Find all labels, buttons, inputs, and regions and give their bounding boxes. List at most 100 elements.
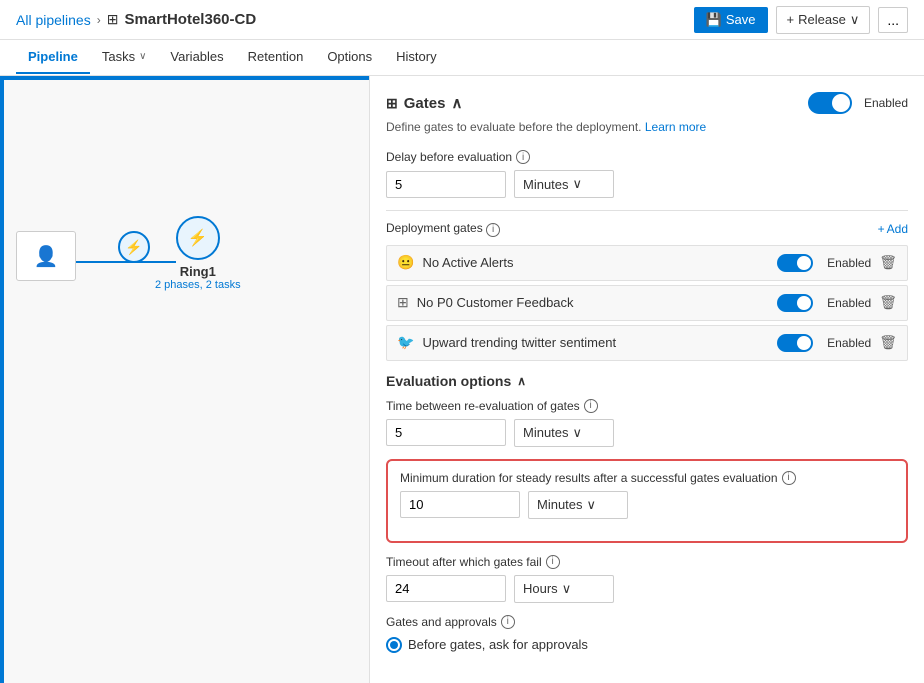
- gates-collapse-icon[interactable]: ∧: [451, 94, 462, 112]
- timeout-label-text: Timeout after which gates fail: [386, 555, 542, 569]
- stage-node[interactable]: ⚡ Ring1 2 phases, 2 tasks: [155, 216, 241, 291]
- header-right: 💾 Save + Release ∨ ...: [694, 6, 908, 34]
- time-between-label-text: Time between re-evaluation of gates: [386, 399, 580, 413]
- release-button[interactable]: + Release ∨: [776, 6, 871, 34]
- deployment-gates-label: Deployment gates: [386, 221, 483, 235]
- main-content: 👤 ⚡ ⚡ Ring1 2 phases, 2 tasks ⊞: [0, 76, 924, 683]
- enabled-label: Enabled: [864, 96, 908, 110]
- artifact-icon: 👤: [34, 244, 59, 269]
- save-label: Save: [726, 12, 756, 27]
- save-button[interactable]: 💾 Save: [694, 7, 768, 33]
- gate-3-toggle[interactable]: [777, 334, 813, 352]
- artifact-box: 👤: [16, 231, 76, 281]
- delay-unit-dropdown-icon: ∨: [573, 176, 583, 192]
- add-label: Add: [887, 222, 908, 236]
- deployment-gates-info-icon[interactable]: i: [486, 223, 500, 237]
- right-panel: ⊞ Gates ∧ Enabled Define gates to evalua…: [370, 76, 924, 683]
- time-between-row: Minutes ∨: [386, 419, 908, 447]
- gate-1-toggle[interactable]: [777, 254, 813, 272]
- time-between-unit-text: Minutes: [523, 425, 569, 440]
- tab-options-label: Options: [327, 49, 372, 64]
- time-between-info-icon[interactable]: i: [584, 399, 598, 413]
- tab-history[interactable]: History: [384, 41, 448, 74]
- tab-variables-label: Variables: [170, 49, 223, 64]
- tab-variables[interactable]: Variables: [158, 41, 235, 74]
- gates-title-text: Gates: [404, 95, 446, 112]
- eval-options-label: Evaluation options: [386, 373, 511, 389]
- save-disk-icon: 💾: [706, 12, 722, 28]
- gate-1-delete-icon[interactable]: 🗑: [879, 254, 897, 271]
- gate-1-name: No Active Alerts: [422, 255, 777, 270]
- tab-pipeline[interactable]: Pipeline: [16, 41, 90, 74]
- delay-row: Minutes ∨: [386, 170, 908, 198]
- canvas-inner: 👤 ⚡ ⚡ Ring1 2 phases, 2 tasks: [0, 76, 369, 683]
- gates-enabled-toggle[interactable]: [808, 92, 852, 114]
- gate-2-name: No P0 Customer Feedback: [417, 295, 777, 310]
- time-between-dropdown-icon: ∨: [573, 425, 583, 441]
- deployment-gates-section: Deployment gates i + Add: [386, 221, 908, 237]
- more-button[interactable]: ...: [878, 7, 908, 33]
- pre-deployment-icon[interactable]: ⚡: [118, 231, 150, 263]
- stage-info: 2 phases, 2 tasks: [155, 279, 241, 291]
- gate-1-icon: 😐: [397, 254, 414, 271]
- delay-unit-select[interactable]: Minutes ∨: [514, 170, 614, 198]
- gates-header: ⊞ Gates ∧ Enabled: [386, 92, 908, 114]
- before-gates-radio[interactable]: [386, 637, 402, 653]
- before-gates-option[interactable]: Before gates, ask for approvals: [386, 637, 908, 653]
- gate-1-actions: Enabled 🗑: [777, 254, 897, 272]
- stage-name: Ring1: [180, 264, 216, 279]
- enabled-toggle-container: Enabled: [808, 92, 908, 114]
- before-gates-label: Before gates, ask for approvals: [408, 637, 588, 652]
- all-pipelines-link[interactable]: All pipelines: [16, 12, 91, 28]
- tab-tasks-label: Tasks: [102, 49, 135, 64]
- min-duration-unit-text: Minutes: [537, 497, 583, 512]
- timeout-unit-select[interactable]: Hours ∨: [514, 575, 614, 603]
- release-dropdown-icon: ∨: [850, 12, 860, 28]
- gates-approvals-label-text: Gates and approvals: [386, 615, 497, 629]
- min-duration-info-icon[interactable]: i: [782, 471, 796, 485]
- delay-value-input[interactable]: [386, 171, 506, 198]
- gate-1-knob: [797, 256, 811, 270]
- delay-label: Delay before evaluation i: [386, 150, 908, 164]
- gate-3-enabled-label: Enabled: [827, 336, 871, 350]
- tab-tasks[interactable]: Tasks ∨: [90, 41, 159, 74]
- gate-3-delete-icon[interactable]: 🗑: [879, 334, 897, 351]
- gate-item-3: 🐦 Upward trending twitter sentiment Enab…: [386, 325, 908, 361]
- tab-history-label: History: [396, 49, 436, 64]
- gate-3-actions: Enabled 🗑: [777, 334, 897, 352]
- gate-2-toggle[interactable]: [777, 294, 813, 312]
- header-left: All pipelines › ⊞ SmartHotel360-CD: [16, 11, 256, 28]
- gate-3-name: Upward trending twitter sentiment: [422, 335, 777, 350]
- timeout-row: Hours ∨: [386, 575, 908, 603]
- gates-title: ⊞ Gates ∧: [386, 94, 462, 112]
- divider-1: [386, 210, 908, 211]
- timeout-input[interactable]: [386, 575, 506, 602]
- tab-retention[interactable]: Retention: [236, 41, 316, 74]
- gates-description: Define gates to evaluate before the depl…: [386, 120, 908, 134]
- min-duration-input[interactable]: [400, 491, 520, 518]
- add-gate-button[interactable]: + Add: [878, 222, 908, 236]
- timeout-info-icon[interactable]: i: [546, 555, 560, 569]
- plus-icon: +: [787, 12, 795, 27]
- time-between-input[interactable]: [386, 419, 506, 446]
- toggle-knob: [832, 94, 850, 112]
- delay-info-icon[interactable]: i: [516, 150, 530, 164]
- learn-more-link[interactable]: Learn more: [645, 120, 706, 134]
- deployment-gates-label-container: Deployment gates i: [386, 221, 500, 237]
- min-duration-select[interactable]: Minutes ∨: [528, 491, 628, 519]
- pipeline-name: SmartHotel360-CD: [124, 11, 256, 28]
- min-duration-dropdown-icon: ∨: [587, 497, 597, 513]
- gates-approvals-label: Gates and approvals i: [386, 615, 908, 629]
- tab-options[interactable]: Options: [315, 41, 384, 74]
- gate-3-icon: 🐦: [397, 334, 414, 351]
- time-between-select[interactable]: Minutes ∨: [514, 419, 614, 447]
- gate-2-delete-icon[interactable]: 🗑: [879, 294, 897, 311]
- gates-approvals-info-icon[interactable]: i: [501, 615, 515, 629]
- gate-2-knob: [797, 296, 811, 310]
- eval-options-header[interactable]: Evaluation options ∧: [386, 373, 908, 389]
- before-gates-radio-dot: [390, 641, 398, 649]
- gates-desc-text: Define gates to evaluate before the depl…: [386, 120, 642, 134]
- gate-2-enabled-label: Enabled: [827, 296, 871, 310]
- header: All pipelines › ⊞ SmartHotel360-CD 💾 Sav…: [0, 0, 924, 40]
- tab-pipeline-label: Pipeline: [28, 49, 78, 64]
